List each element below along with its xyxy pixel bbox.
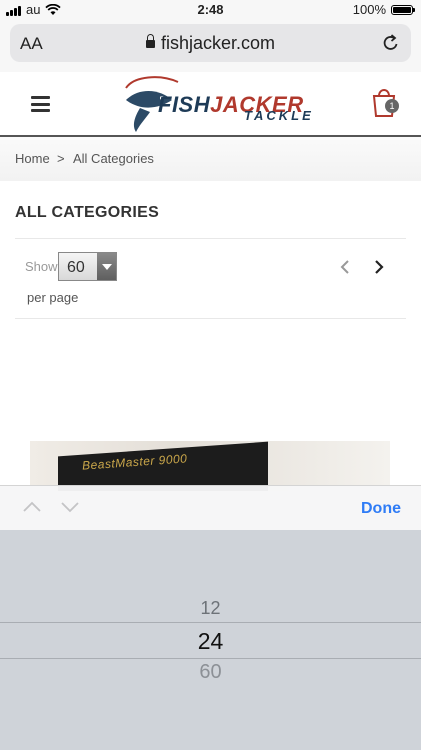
divider bbox=[15, 238, 406, 239]
show-label: Show bbox=[25, 259, 58, 274]
per-page-select[interactable]: 60 bbox=[58, 252, 117, 281]
logo-subtitle: TACKLE bbox=[244, 108, 314, 123]
done-button[interactable]: Done bbox=[361, 500, 401, 518]
site-logo[interactable]: FISHJACKER TACKLE bbox=[120, 72, 311, 134]
picker-option[interactable]: 60 bbox=[0, 661, 421, 684]
chevron-up-icon[interactable] bbox=[22, 501, 42, 513]
reload-icon[interactable] bbox=[381, 33, 401, 53]
per-page-label: per page bbox=[27, 290, 79, 305]
breadcrumb-home-link[interactable]: Home bbox=[15, 151, 50, 166]
breadcrumb: Home > All Categories bbox=[0, 137, 421, 181]
battery-percent: 100% bbox=[352, 2, 386, 17]
breadcrumb-current: All Categories bbox=[73, 151, 154, 166]
battery-icon bbox=[391, 4, 415, 15]
browser-toolbar: AA fishjacker.com bbox=[0, 20, 421, 73]
status-bar: au 2:48 100% bbox=[0, 0, 421, 20]
picker-option-selected[interactable]: 24 bbox=[0, 628, 421, 655]
picker-option[interactable]: 12 bbox=[0, 598, 421, 619]
product-image[interactable]: BeastMaster 9000 bbox=[30, 441, 390, 491]
picker-wheel[interactable]: 12 24 60 bbox=[0, 530, 421, 750]
per-page-value: 60 bbox=[67, 259, 85, 276]
keyboard-accessory-bar: Done bbox=[0, 485, 421, 531]
page-title: ALL CATEGORIES bbox=[15, 204, 160, 221]
menu-icon[interactable] bbox=[31, 96, 50, 112]
breadcrumb-separator: > bbox=[57, 151, 65, 166]
chevron-right-icon[interactable] bbox=[373, 259, 385, 275]
chevron-down-icon bbox=[97, 253, 116, 280]
chevron-left-icon[interactable] bbox=[339, 259, 351, 275]
cart-count-badge: 1 bbox=[385, 99, 399, 113]
chevron-down-icon[interactable] bbox=[60, 501, 80, 513]
lock-icon bbox=[145, 34, 155, 48]
divider bbox=[15, 318, 406, 319]
url-text: fishjacker.com bbox=[160, 33, 276, 53]
site-header: FISHJACKER TACKLE 1 bbox=[0, 72, 421, 137]
address-bar[interactable]: AA fishjacker.com bbox=[10, 24, 411, 62]
status-right: 100% bbox=[352, 2, 415, 17]
url-display[interactable]: fishjacker.com bbox=[10, 33, 411, 54]
